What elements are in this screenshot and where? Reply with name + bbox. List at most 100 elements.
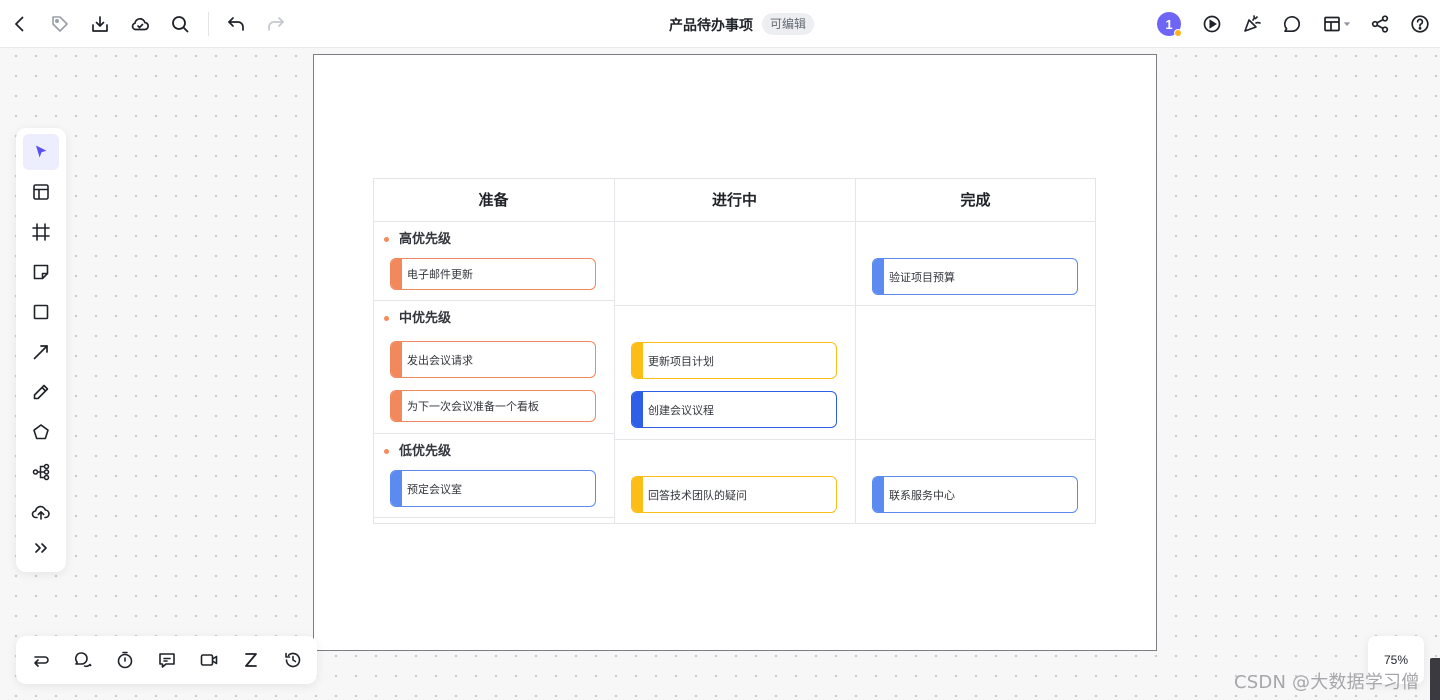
lane-divider <box>373 517 614 518</box>
frame-icon <box>32 223 50 241</box>
polygon-tool[interactable] <box>23 414 59 450</box>
column-divider <box>855 178 856 524</box>
bullet-dot <box>384 315 389 321</box>
celebrate-icon[interactable] <box>1238 10 1266 38</box>
download-icon[interactable] <box>86 10 114 38</box>
card-title: 回答技术团队的疑问 <box>648 488 747 502</box>
timer-icon[interactable] <box>111 646 139 674</box>
toolbar-divider <box>208 12 209 36</box>
column-header-prep[interactable]: 准备 <box>373 178 614 221</box>
polygon-icon <box>33 424 49 440</box>
card-title: 发出会议请求 <box>407 353 473 367</box>
comment-icon[interactable] <box>1278 10 1306 38</box>
card-color-stripe <box>632 392 643 427</box>
card-title: 创建会议议程 <box>648 403 714 417</box>
upload-tool[interactable] <box>23 494 59 530</box>
top-bar: 产品待办事项 可编辑 1 <box>0 0 1440 48</box>
lane-label-text: 中优先级 <box>399 311 452 326</box>
card-color-stripe <box>632 343 643 378</box>
lane-label-text: 高优先级 <box>399 232 452 247</box>
video-icon[interactable] <box>195 646 223 674</box>
lane-label-high[interactable]: 高优先级 <box>384 228 451 247</box>
help-icon[interactable] <box>1406 10 1434 38</box>
share-icon[interactable] <box>1366 10 1394 38</box>
bullet-dot <box>384 236 389 242</box>
pen-icon <box>33 384 49 400</box>
task-card[interactable]: 为下一次会议准备一个看板 <box>390 390 596 422</box>
more-tools[interactable] <box>23 530 59 566</box>
lane-divider <box>373 300 614 301</box>
card-title: 验证项目预算 <box>889 270 955 284</box>
template-icon <box>33 184 49 200</box>
pen-tool[interactable] <box>23 374 59 410</box>
switch-icon[interactable] <box>27 646 55 674</box>
chat-bubbles-icon[interactable] <box>69 646 97 674</box>
lane-divider <box>614 305 1096 306</box>
column-header-in-progress[interactable]: 进行中 <box>614 178 855 221</box>
avatar[interactable]: 1 <box>1157 12 1182 37</box>
select-tool[interactable] <box>23 134 59 170</box>
document-title[interactable]: 产品待办事项 <box>669 15 753 35</box>
select-icon <box>36 145 47 158</box>
task-card[interactable]: 创建会议议程 <box>631 391 837 428</box>
column-header-done[interactable]: 完成 <box>855 178 1096 221</box>
lane-label-text: 低优先级 <box>399 444 452 459</box>
watermark: CSDN @大数据学习僧 <box>1234 672 1420 693</box>
task-card[interactable]: 联系服务中心 <box>872 476 1078 513</box>
mindmap-tool[interactable] <box>23 454 59 490</box>
frame-tool[interactable] <box>23 214 59 250</box>
left-toolbar <box>16 128 66 572</box>
bottom-toolbar <box>16 636 317 684</box>
card-color-stripe <box>391 342 402 377</box>
task-card[interactable]: 验证项目预算 <box>872 258 1078 295</box>
card-color-stripe <box>873 259 884 294</box>
arrow-tool[interactable] <box>23 334 59 370</box>
play-icon[interactable] <box>1198 10 1226 38</box>
rectangle-icon <box>33 304 49 320</box>
card-color-stripe <box>632 477 643 512</box>
lane-label-medium[interactable]: 中优先级 <box>384 307 451 326</box>
lane-label-low[interactable]: 低优先级 <box>384 440 451 459</box>
window-edge <box>1430 658 1440 700</box>
card-color-stripe <box>391 471 402 506</box>
tag-icon[interactable] <box>46 10 74 38</box>
z-icon[interactable] <box>237 646 265 674</box>
card-title: 预定会议室 <box>407 482 462 496</box>
template-tool[interactable] <box>23 174 59 210</box>
back-icon[interactable] <box>6 10 34 38</box>
task-card[interactable]: 发出会议请求 <box>390 341 596 378</box>
message-icon[interactable] <box>153 646 181 674</box>
sticky-note-tool[interactable] <box>23 254 59 290</box>
search-icon[interactable] <box>166 10 194 38</box>
header-divider <box>373 221 1096 222</box>
lane-divider <box>614 439 1096 440</box>
history-icon[interactable] <box>279 646 307 674</box>
mindmap-icon <box>32 463 50 481</box>
card-title: 为下一次会议准备一个看板 <box>407 400 539 413</box>
card-color-stripe <box>391 259 402 289</box>
cloud-icon[interactable] <box>126 10 154 38</box>
edit-permission-badge[interactable]: 可编辑 <box>762 13 815 35</box>
arrow-icon <box>33 345 48 360</box>
avatar-initial: 1 <box>1165 16 1173 32</box>
task-card[interactable]: 电子邮件更新 <box>390 258 596 290</box>
chevron-down-icon[interactable] <box>1340 10 1354 38</box>
rectangle-tool[interactable] <box>23 294 59 330</box>
task-card[interactable]: 预定会议室 <box>390 470 596 507</box>
more-icon <box>35 543 47 553</box>
card-title: 电子邮件更新 <box>407 268 473 281</box>
undo-icon[interactable] <box>222 10 250 38</box>
avatar-status-dot <box>1174 29 1182 37</box>
task-card[interactable]: 更新项目计划 <box>631 342 837 379</box>
column-divider <box>614 178 615 524</box>
upload-icon <box>31 505 50 520</box>
redo-icon[interactable] <box>262 10 290 38</box>
lane-divider <box>373 433 614 434</box>
card-title: 更新项目计划 <box>648 354 714 368</box>
task-card[interactable]: 回答技术团队的疑问 <box>631 476 837 513</box>
card-title: 联系服务中心 <box>889 488 955 502</box>
bullet-dot <box>384 448 389 454</box>
card-color-stripe <box>873 477 884 512</box>
card-color-stripe <box>391 391 402 421</box>
sticky-note-icon <box>33 264 49 280</box>
